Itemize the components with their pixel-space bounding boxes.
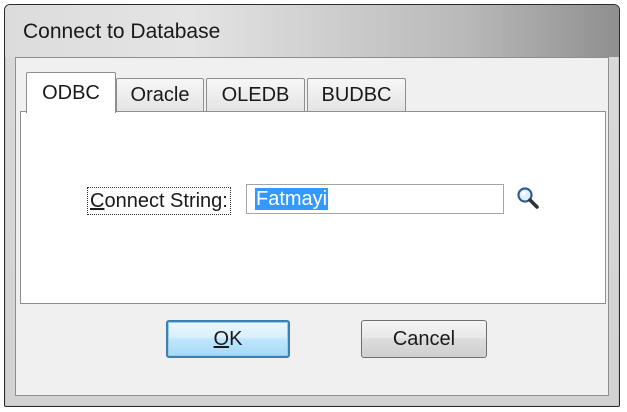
- magnifier-icon: [517, 187, 539, 209]
- connect-string-label: Connect String:: [87, 187, 231, 215]
- tab-label: BUDBC: [321, 84, 392, 106]
- tab-label: OLEDB: [221, 84, 290, 106]
- mnemonic-c: C: [90, 190, 105, 212]
- connect-string-input[interactable]: Fatmayi: [246, 184, 504, 214]
- cancel-button[interactable]: Cancel: [361, 320, 487, 358]
- title-bar[interactable]: Connect to Database: [5, 5, 619, 57]
- mnemonic-o: O: [213, 327, 230, 350]
- tab-label: Oracle: [130, 84, 190, 106]
- tab-oracle[interactable]: Oracle: [116, 78, 204, 112]
- odbc-tab-panel: Connect String: Fatmayi: [20, 111, 606, 304]
- connect-string-label-text: onnect String:: [104, 190, 228, 212]
- tab-budbc[interactable]: BUDBC: [307, 78, 406, 112]
- connect-string-value: Fatmayi: [255, 188, 329, 210]
- window-title: Connect to Database: [23, 20, 221, 43]
- ok-button[interactable]: OK: [166, 320, 290, 358]
- connect-dialog: Connect to Database ODBC Oracle OLEDB BU…: [4, 4, 620, 407]
- tab-label: ODBC: [42, 81, 100, 104]
- browse-button[interactable]: [515, 185, 541, 211]
- ok-label: K: [229, 327, 243, 350]
- cancel-label: Cancel: [392, 327, 456, 350]
- dialog-body: ODBC Oracle OLEDB BUDBC Connect String: …: [15, 57, 609, 396]
- tab-odbc[interactable]: ODBC: [26, 72, 116, 113]
- tab-oledb[interactable]: OLEDB: [206, 78, 305, 112]
